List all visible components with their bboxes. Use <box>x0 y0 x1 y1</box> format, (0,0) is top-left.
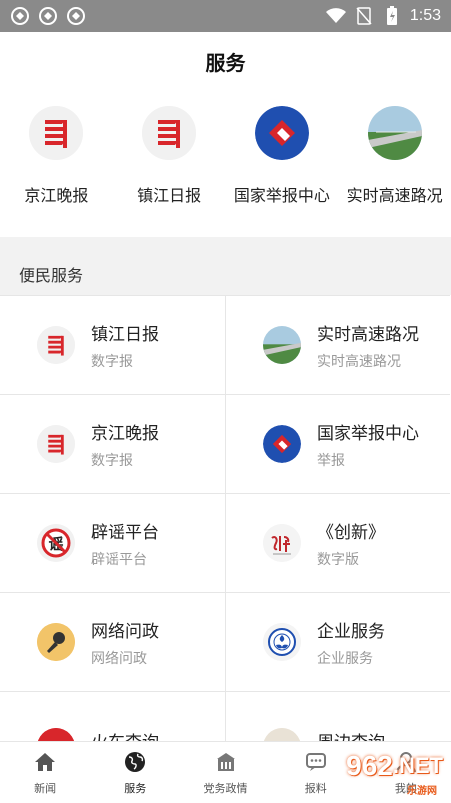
page-title: 服务 <box>205 50 246 75</box>
service-subtitle: 数字版 <box>317 551 359 568</box>
tab-label: 报料 <box>304 781 327 795</box>
service-title: 周边查询 <box>317 728 385 741</box>
service-subtitle: 举报 <box>317 452 345 469</box>
enterprise-logo-icon <box>263 623 301 661</box>
quick-link-label: 镇江日报 <box>137 186 202 205</box>
globe-icon <box>123 750 147 774</box>
tab-label: 服务 <box>124 781 147 795</box>
service-title: 火车查询 <box>91 728 159 741</box>
tab-party-affairs[interactable]: 党务政情 <box>180 742 270 803</box>
rumor-logo-icon: 谣 <box>37 524 75 562</box>
quick-link-jjwb[interactable]: 京江晚报 <box>0 92 113 237</box>
service-subtitle: 辟谣平台 <box>91 551 147 568</box>
quick-link-label: 国家举报中心 <box>233 186 330 205</box>
quick-link-highway[interactable]: 实时高速路况 <box>338 92 451 237</box>
wifi-icon <box>325 6 346 26</box>
quick-link-label: 京江晚报 <box>24 186 89 205</box>
service-title: 国家举报中心 <box>317 423 419 444</box>
section-title: 便民服务 <box>19 266 84 285</box>
service-title: 企业服务 <box>317 621 385 642</box>
tab-services[interactable]: 服务 <box>90 742 180 803</box>
highway-logo-icon <box>263 326 301 364</box>
notification-icon <box>10 6 30 26</box>
microphone-icon <box>37 623 75 661</box>
service-item-nearby[interactable]: 周边查询 <box>225 691 450 741</box>
service-subtitle: 网络问政 <box>91 650 147 667</box>
notification-icon <box>66 6 86 26</box>
service-title: 镇江日报 <box>91 324 159 345</box>
building-icon <box>214 750 238 774</box>
status-bar: 1:53 <box>0 0 451 32</box>
service-title: 网络问政 <box>91 621 159 642</box>
quick-link-label: 实时高速路况 <box>346 186 443 205</box>
tab-label: 党务政情 <box>203 781 248 795</box>
report-center-logo-icon <box>263 425 301 463</box>
zjrb-logo-icon <box>37 326 75 364</box>
tab-news[interactable]: 新闻 <box>0 742 90 803</box>
report-center-logo-icon <box>254 106 309 160</box>
quick-link-report-center[interactable]: 国家举报中心 <box>226 92 339 237</box>
jjwb-logo-icon <box>29 106 84 160</box>
home-icon <box>33 750 57 774</box>
nearby-icon <box>263 728 301 741</box>
service-subtitle: 企业服务 <box>317 650 373 667</box>
service-item-enterprise[interactable]: 企业服务 企业服务 <box>225 592 450 691</box>
service-item-zjrb[interactable]: 镇江日报 数字报 <box>0 295 225 394</box>
service-subtitle: 数字报 <box>91 452 133 469</box>
quick-links: 京江晚报 镇江日报 国家举报中心 实时高速路况 <box>0 92 451 237</box>
train-icon <box>37 728 75 741</box>
innovation-logo-icon <box>263 524 301 562</box>
service-item-report-center[interactable]: 国家举报中心 举报 <box>225 394 450 493</box>
service-subtitle: 实时高速路况 <box>317 353 401 370</box>
tab-label: 新闻 <box>34 781 57 795</box>
service-subtitle: 数字报 <box>91 353 133 370</box>
notification-icon <box>38 6 58 26</box>
service-item-jjwb[interactable]: 京江晚报 数字报 <box>0 394 225 493</box>
quick-link-zjrb[interactable]: 镇江日报 <box>113 92 226 237</box>
chat-icon <box>304 750 328 774</box>
service-item-online-politics[interactable]: 网络问政 网络问政 <box>0 592 225 691</box>
jjwb-logo-icon <box>37 425 75 463</box>
zjrb-logo-icon <box>142 106 197 160</box>
highway-logo-icon <box>367 106 422 160</box>
service-title: 实时高速路况 <box>317 324 419 345</box>
watermark-suffix: .NET <box>392 753 443 778</box>
service-title: 《创新》 <box>317 522 385 543</box>
service-title: 辟谣平台 <box>91 522 159 543</box>
site-watermark: 962 .NET 乐游网 <box>346 750 443 797</box>
watermark-sub: 乐游网 <box>407 786 437 797</box>
watermark-text: 962 <box>346 750 393 781</box>
service-item-rumor[interactable]: 谣 辟谣平台 辟谣平台 <box>0 493 225 592</box>
no-sim-icon <box>354 6 374 26</box>
service-item-highway[interactable]: 实时高速路况 实时高速路况 <box>225 295 450 394</box>
service-item-train[interactable]: 火车查询 <box>0 691 225 741</box>
status-time: 1:53 <box>409 7 441 24</box>
service-item-innovation[interactable]: 《创新》 数字版 <box>225 493 450 592</box>
service-title: 京江晚报 <box>91 423 159 444</box>
battery-icon <box>382 6 402 26</box>
